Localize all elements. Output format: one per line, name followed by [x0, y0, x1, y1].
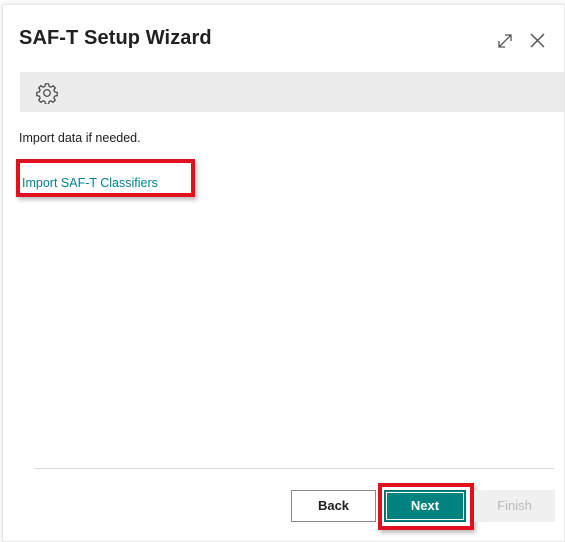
setup-wizard-dialog: SAF-T Setup Wizard Import data if needed…: [2, 4, 565, 542]
import-classifiers-link[interactable]: Import SAF-T Classifiers: [22, 176, 158, 190]
close-icon[interactable]: [529, 32, 546, 49]
footer-divider: [35, 468, 554, 469]
back-button[interactable]: Back: [291, 490, 376, 522]
expand-icon[interactable]: [496, 32, 514, 50]
toolbar: [20, 72, 564, 112]
instruction-text: Import data if needed.: [19, 131, 141, 145]
gear-icon[interactable]: [36, 82, 58, 104]
dialog-title: SAF-T Setup Wizard: [19, 27, 212, 49]
next-button[interactable]: Next: [384, 490, 466, 522]
finish-button[interactable]: Finish: [474, 490, 555, 522]
